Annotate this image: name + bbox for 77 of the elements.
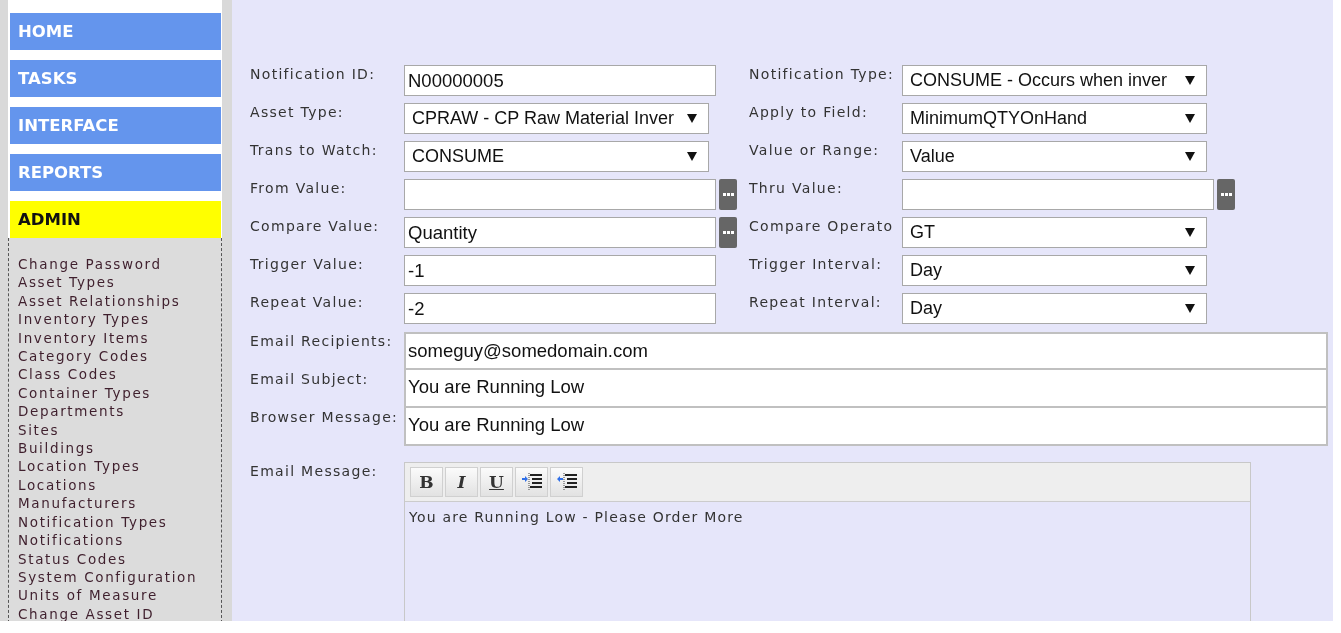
- nav-menu-item[interactable]: ADMIN: [10, 201, 221, 238]
- input-field[interactable]: You are Running Low: [404, 370, 1328, 408]
- field-label: Repeat Value:: [250, 293, 364, 311]
- field-label: Browser Message:: [250, 408, 399, 426]
- indent-button[interactable]: [515, 467, 548, 497]
- field-label: Trans to Watch:: [250, 141, 378, 159]
- submenu-link[interactable]: Manufacturers: [18, 494, 137, 513]
- submenu-link[interactable]: Category Codes: [18, 347, 149, 366]
- field-label: Trigger Interval:: [749, 255, 883, 273]
- submenu-link[interactable]: Change Password: [18, 255, 162, 274]
- submenu-link[interactable]: Inventory Types: [18, 310, 150, 329]
- submenu-link[interactable]: Departments: [18, 402, 125, 421]
- field-label: Email Message:: [250, 462, 378, 480]
- browse-button[interactable]: [1217, 179, 1235, 210]
- input-field[interactable]: -1: [404, 255, 716, 286]
- caret-icon: [1185, 76, 1195, 85]
- field-label: Apply to Field:: [749, 103, 868, 121]
- caret-icon: [1185, 228, 1195, 237]
- input-field[interactable]: someguy@somedomain.com: [404, 332, 1328, 370]
- field-label: Email Subject:: [250, 370, 369, 388]
- field-label: Compare Operato: [749, 217, 894, 235]
- input-field[interactable]: -2: [404, 293, 716, 324]
- submenu-link[interactable]: Container Types: [18, 383, 152, 403]
- submenu-link[interactable]: Units of Measure: [18, 586, 158, 605]
- select-field[interactable]: CPRAW - CP Raw Material Inver: [404, 103, 709, 134]
- field-label: Trigger Value:: [250, 255, 365, 273]
- italic-button[interactable]: I: [445, 467, 478, 497]
- ellipsis-icon: [722, 193, 734, 196]
- field-label: Repeat Interval:: [749, 293, 882, 311]
- bold-button[interactable]: B: [410, 467, 443, 497]
- submenu-link[interactable]: Asset Relationships: [18, 291, 181, 311]
- underline-button[interactable]: U: [480, 467, 513, 497]
- outdent-button[interactable]: [550, 467, 583, 497]
- select-field[interactable]: Day: [902, 255, 1207, 286]
- submenu-link[interactable]: System Configuration: [18, 567, 198, 587]
- caret-icon: [687, 114, 697, 123]
- select-field[interactable]: CONSUME: [404, 141, 709, 172]
- field-label: Value or Range:: [749, 141, 880, 159]
- submenu-link[interactable]: Locations: [18, 475, 97, 495]
- field-label: Notification ID:: [250, 65, 376, 83]
- select-field[interactable]: MinimumQTYOnHand: [902, 103, 1207, 134]
- indent-icon: [521, 473, 542, 491]
- submenu-link[interactable]: Buildings: [18, 439, 95, 458]
- submenu-link[interactable]: Notification Types: [18, 512, 168, 532]
- select-field[interactable]: Value: [902, 141, 1207, 172]
- select-field[interactable]: CONSUME - Occurs when inver: [902, 65, 1207, 96]
- submenu-link[interactable]: Asset Types: [18, 273, 116, 292]
- caret-icon: [687, 152, 697, 161]
- field-label: Compare Value:: [250, 217, 380, 235]
- browse-button[interactable]: [719, 179, 737, 210]
- select-field[interactable]: GT: [902, 217, 1207, 248]
- browse-button[interactable]: [719, 217, 737, 248]
- submenu-link[interactable]: Inventory Items: [18, 328, 150, 348]
- outdent-icon: [556, 473, 577, 491]
- field-label: Email Recipients:: [250, 332, 393, 350]
- caret-icon: [1185, 304, 1195, 313]
- caret-icon: [1185, 152, 1195, 161]
- submenu-link[interactable]: Location Types: [18, 457, 141, 476]
- input-field[interactable]: Quantity: [404, 217, 716, 248]
- field-label: Notification Type:: [749, 65, 895, 83]
- input-field[interactable]: [902, 179, 1214, 210]
- ellipsis-icon: [1220, 193, 1232, 196]
- caret-icon: [1185, 266, 1195, 275]
- caret-icon: [1185, 114, 1195, 123]
- submenu-link[interactable]: Status Codes: [18, 549, 127, 568]
- submenu-link[interactable]: Notifications: [18, 531, 124, 550]
- field-label: From Value:: [250, 179, 347, 197]
- input-field[interactable]: You are Running Low: [404, 408, 1328, 446]
- input-field[interactable]: N00000005: [404, 65, 716, 96]
- select-field[interactable]: Day: [902, 293, 1207, 324]
- ellipsis-icon: [722, 231, 734, 234]
- submenu-link[interactable]: Change Asset ID: [18, 604, 155, 621]
- submenu-link[interactable]: Class Codes: [18, 365, 118, 384]
- input-field[interactable]: [404, 179, 716, 210]
- field-label: Asset Type:: [250, 103, 344, 121]
- field-label: Thru Value:: [749, 179, 843, 197]
- submenu-link[interactable]: Sites: [18, 420, 60, 440]
